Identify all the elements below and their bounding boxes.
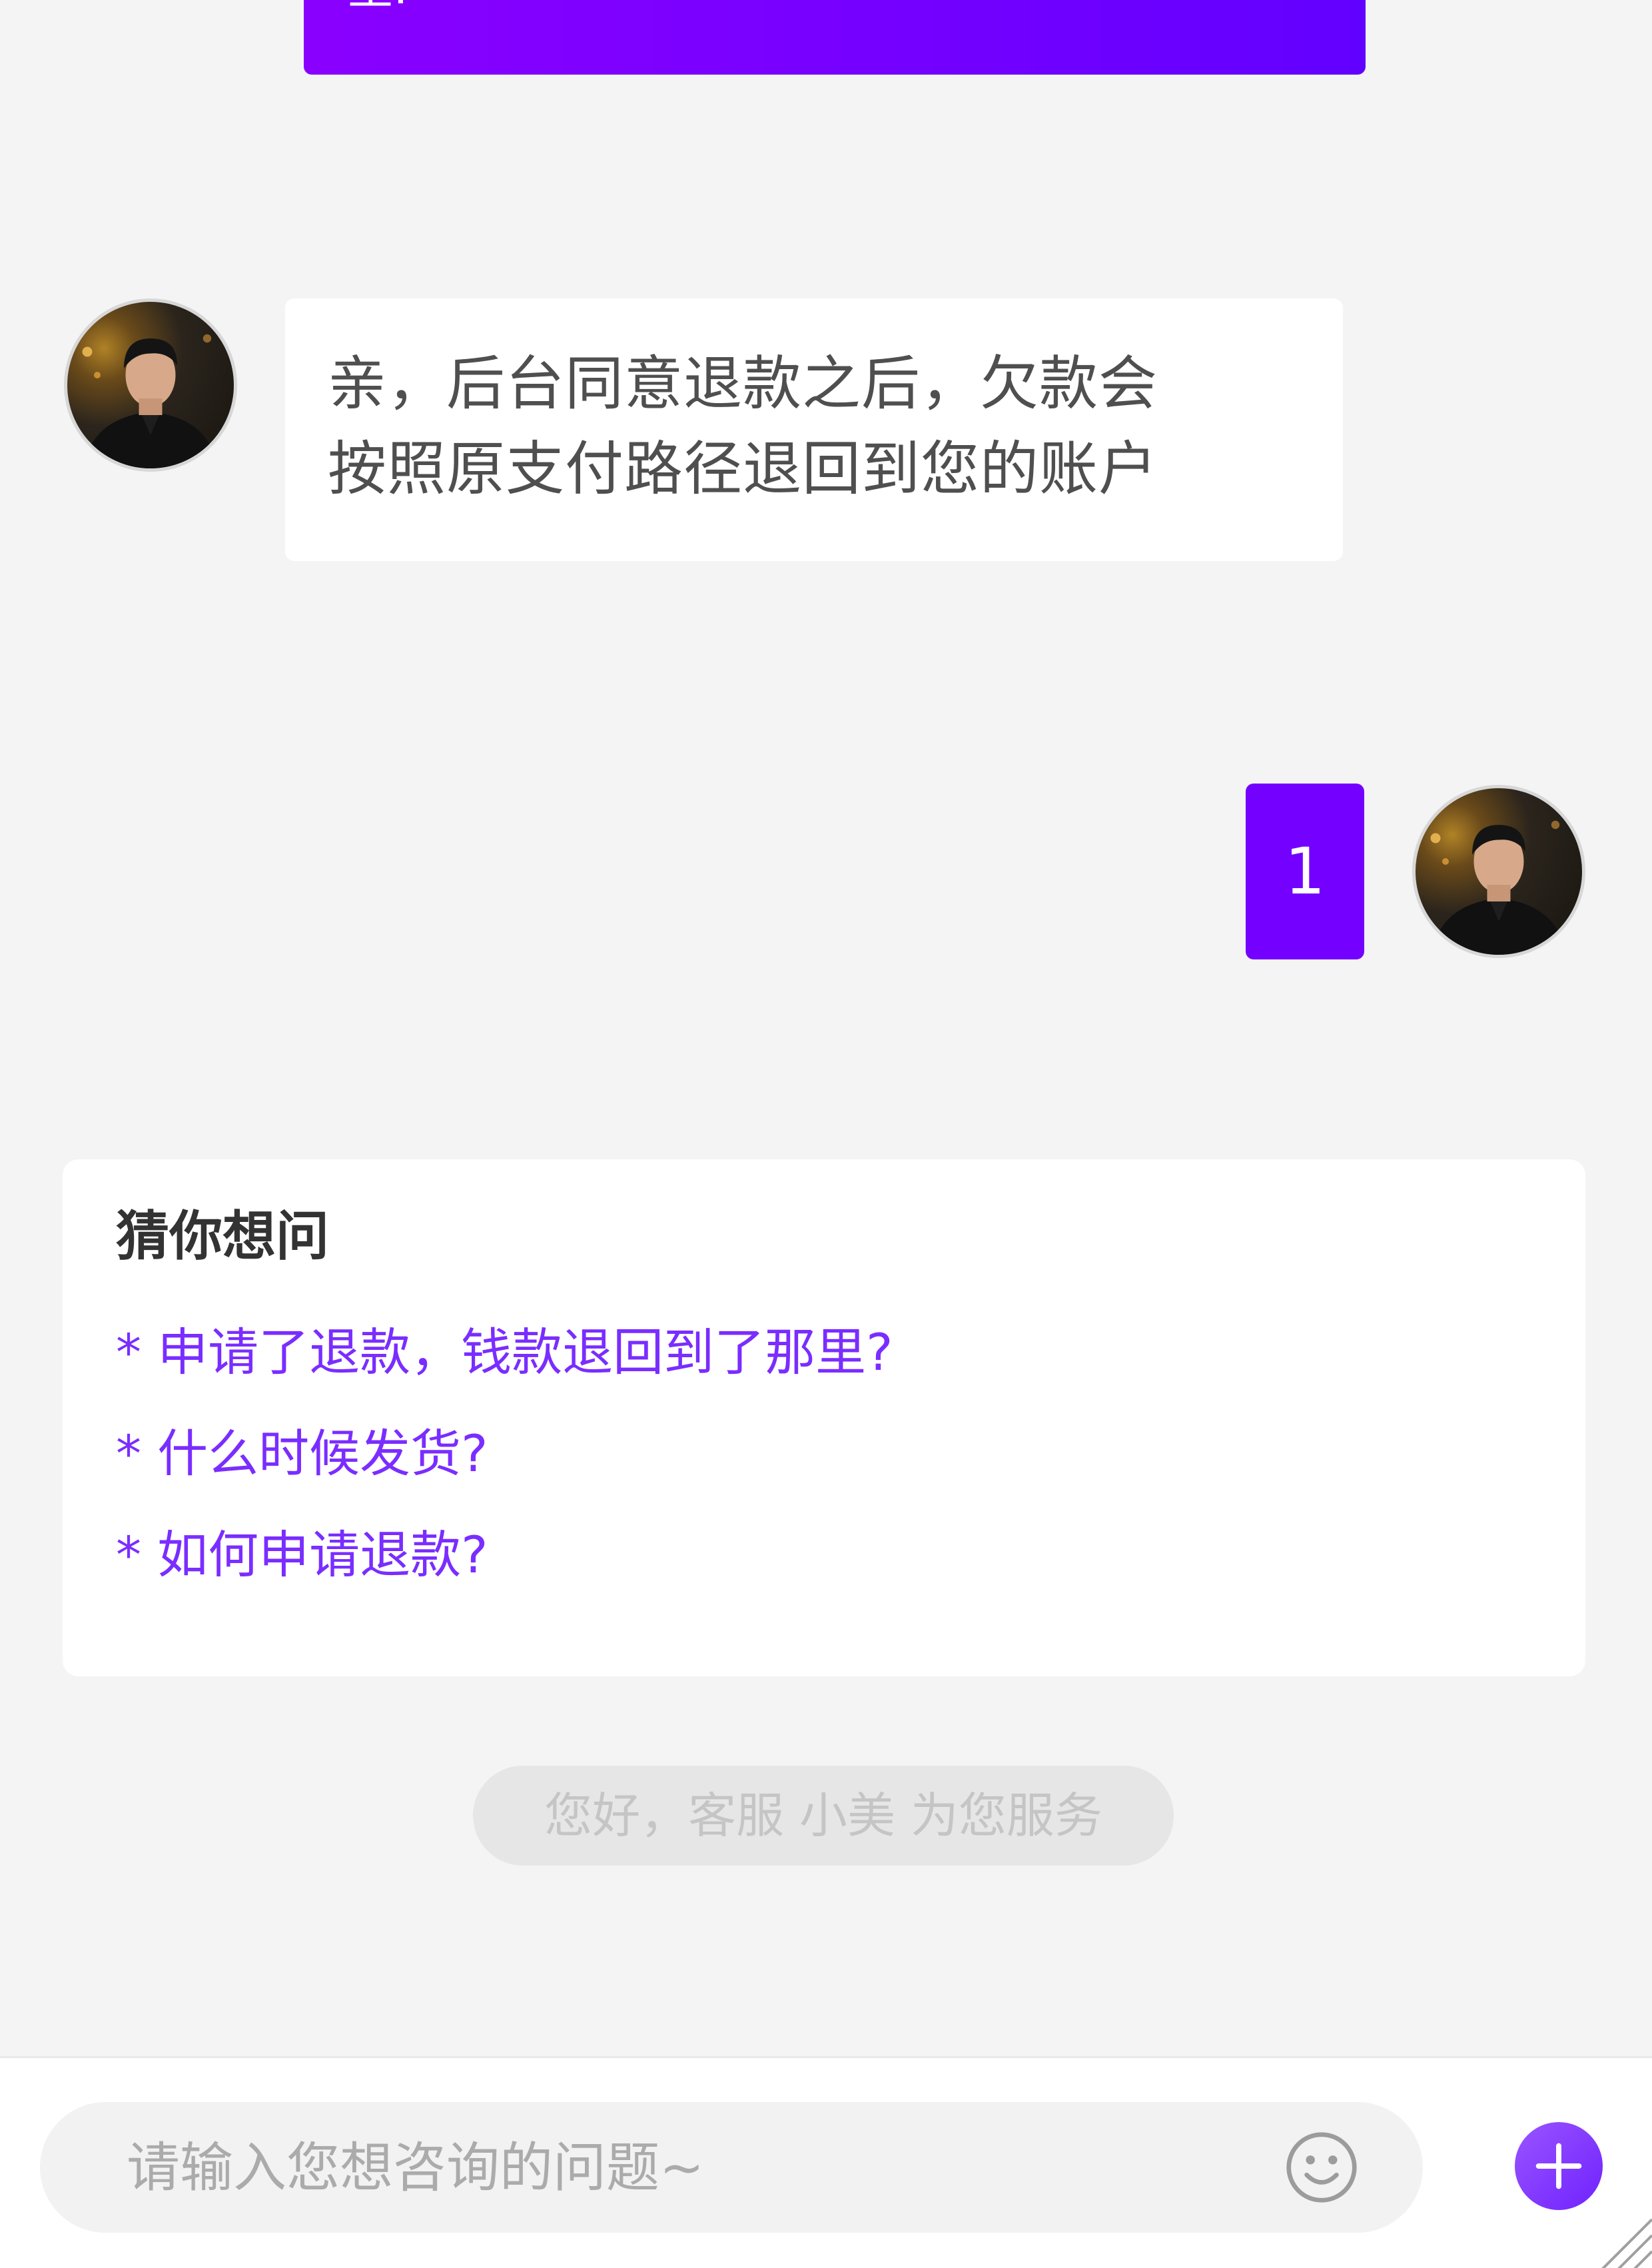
message-input[interactable] xyxy=(40,2102,1239,2233)
previous-message-text: 里: xyxy=(348,0,408,19)
user-message-bubble: 1 xyxy=(1246,784,1364,959)
suggested-question-link[interactable]: * 申请了退款，钱款退回到了那里? xyxy=(116,1319,1532,1386)
agent-avatar xyxy=(64,298,237,472)
agent-message-line: 亲，后台同意退款之后，欠款会 xyxy=(328,349,1158,418)
agent-avatar-portrait xyxy=(82,334,217,468)
composer-bar xyxy=(0,2056,1652,2268)
chat-window: 里: 亲，后台同意退款之后，欠款会 按照原支付路径退回到您的账户 1 xyxy=(0,0,1652,2268)
message-input-wrapper xyxy=(40,2102,1423,2233)
agent-message-bubble: 亲，后台同意退款之后，欠款会 按照原支付路径退回到您的账户 xyxy=(285,298,1343,561)
plus-icon[interactable] xyxy=(1515,2122,1603,2210)
service-notice: 您好，客服 小美 为您服务 xyxy=(473,1766,1174,1866)
suggested-questions-title: 猜你想问 xyxy=(116,1205,329,1267)
previous-message-bubble: 里: xyxy=(304,0,1366,75)
smiley-icon[interactable] xyxy=(1284,2130,1359,2205)
resize-grip-icon[interactable] xyxy=(1592,2210,1652,2268)
suggested-question-link[interactable]: * 如何申请退款? xyxy=(116,1522,1532,1588)
suggested-question-link[interactable]: * 什么时候发货? xyxy=(116,1420,1532,1487)
user-avatar xyxy=(1412,785,1585,958)
agent-message-line: 按照原支付路径退回到您的账户 xyxy=(328,434,1158,503)
user-avatar-portrait xyxy=(1430,820,1565,955)
suggested-questions-card: 猜你想问 * 申请了退款，钱款退回到了那里? * 什么时候发货? * 如何申请退… xyxy=(63,1159,1585,1676)
